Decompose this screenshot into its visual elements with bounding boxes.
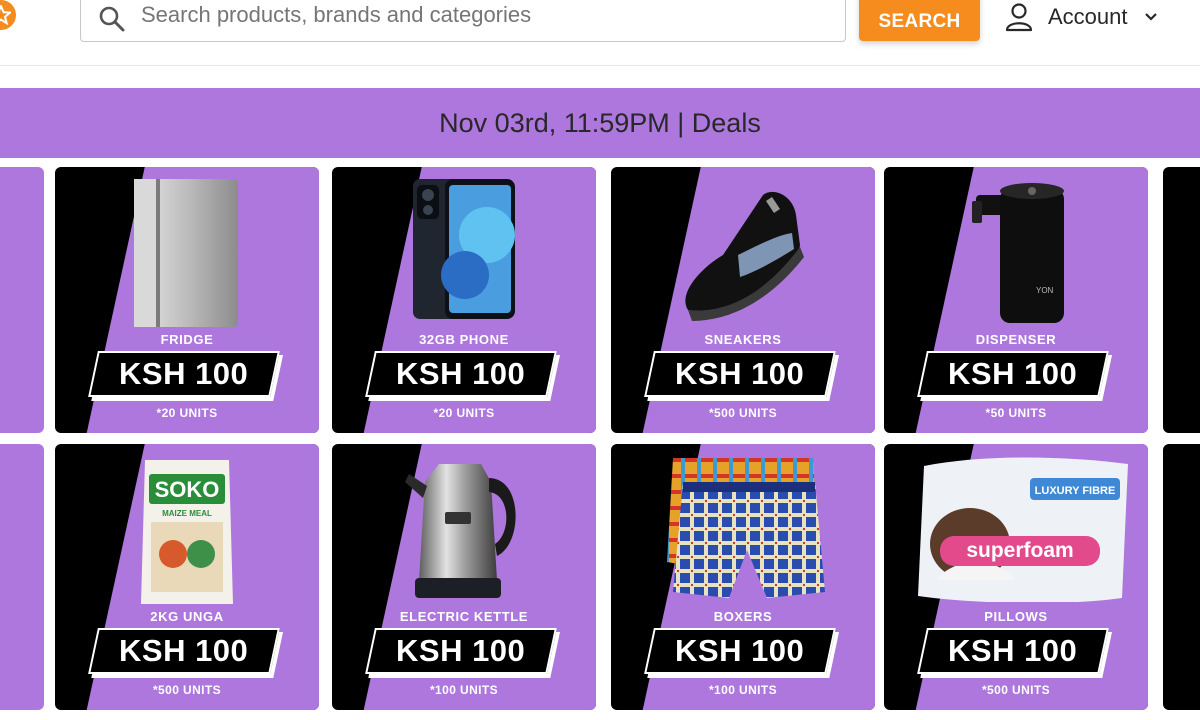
- product-name: 32GB PHONE: [419, 332, 509, 347]
- product-name: ELECTRIC KETTLE: [399, 609, 529, 624]
- dispenser-image: YON: [884, 167, 1148, 335]
- partial-product-card[interactable]: [0, 167, 44, 433]
- product-name: 2KG UNGA: [150, 609, 224, 624]
- price-tag: KSH 100: [917, 351, 1109, 397]
- phone-image: [332, 167, 596, 335]
- product-card[interactable]: SNEAKERS KSH 100 *500 UNITS: [611, 167, 875, 433]
- product-card[interactable]: LUXURY FIBRE superfoam PILLOWS KSH 100 *…: [884, 444, 1148, 710]
- top-header: SEARCH Account: [0, 0, 1200, 66]
- fridge-image: [55, 167, 319, 335]
- product-card[interactable]: FRIDGE KSH 100 *20 UNITS: [55, 167, 319, 433]
- search-icon: [99, 6, 125, 32]
- product-units: *100 UNITS: [708, 683, 778, 697]
- product-name: BOXERS: [713, 609, 773, 624]
- boxers-image: [611, 444, 875, 612]
- product-units: *500 UNITS: [708, 406, 778, 420]
- search-input[interactable]: [141, 0, 821, 31]
- product-card[interactable]: 32GB PHONE KSH 100 *20 UNITS: [332, 167, 596, 433]
- product-name: FRIDGE: [160, 332, 214, 347]
- partial-product-card[interactable]: [1163, 444, 1200, 710]
- product-card[interactable]: ELECTRIC KETTLE KSH 100 *100 UNITS: [332, 444, 596, 710]
- account-menu[interactable]: Account: [1004, 0, 1158, 34]
- partial-product-card[interactable]: [0, 444, 44, 710]
- svg-text:LUXURY FIBRE: LUXURY FIBRE: [1035, 485, 1116, 497]
- product-units: *500 UNITS: [152, 683, 222, 697]
- product-card[interactable]: BOXERS KSH 100 *100 UNITS: [611, 444, 875, 710]
- pillow-image: LUXURY FIBRE superfoam: [884, 444, 1148, 612]
- flour-bag-image: SOKO MAIZE MEAL: [55, 444, 319, 612]
- chevron-down-icon: [1144, 13, 1157, 21]
- star-icon[interactable]: [0, 0, 16, 30]
- price-tag: KSH 100: [88, 628, 280, 674]
- price-tag: KSH 100: [88, 351, 280, 397]
- svg-text:SOKO: SOKO: [155, 477, 220, 502]
- product-units: *100 UNITS: [429, 683, 499, 697]
- price-tag: KSH 100: [365, 351, 557, 397]
- price-tag: KSH 100: [917, 628, 1109, 674]
- product-units: *20 UNITS: [433, 406, 495, 420]
- product-units: *50 UNITS: [985, 406, 1047, 420]
- user-icon: [1005, 3, 1033, 32]
- deals-title: Nov 03rd, 11:59PM | Deals: [439, 107, 761, 138]
- product-name: PILLOWS: [984, 609, 1048, 624]
- price-tag: KSH 100: [644, 628, 836, 674]
- partial-product-card[interactable]: [1163, 167, 1200, 433]
- search-button[interactable]: SEARCH: [859, 0, 980, 41]
- search-box: [80, 0, 846, 42]
- sneaker-image: [611, 167, 875, 335]
- price-tag: KSH 100: [365, 628, 557, 674]
- svg-text:superfoam: superfoam: [966, 539, 1073, 562]
- svg-text:MAIZE MEAL: MAIZE MEAL: [162, 509, 212, 518]
- svg-text:YON: YON: [1036, 286, 1054, 295]
- product-card[interactable]: YON DISPENSER KSH 100 *50 UNITS: [884, 167, 1148, 433]
- price-tag: KSH 100: [644, 351, 836, 397]
- deals-banner[interactable]: Nov 03rd, 11:59PM | Deals: [0, 88, 1200, 158]
- product-units: *20 UNITS: [156, 406, 218, 420]
- account-label: Account: [1048, 4, 1128, 29]
- product-units: *500 UNITS: [981, 683, 1051, 697]
- product-name: DISPENSER: [975, 332, 1057, 347]
- kettle-image: [332, 444, 596, 612]
- product-name: SNEAKERS: [704, 332, 782, 347]
- product-card[interactable]: SOKO MAIZE MEAL 2KG UNGA KSH 100 *500 UN…: [55, 444, 319, 710]
